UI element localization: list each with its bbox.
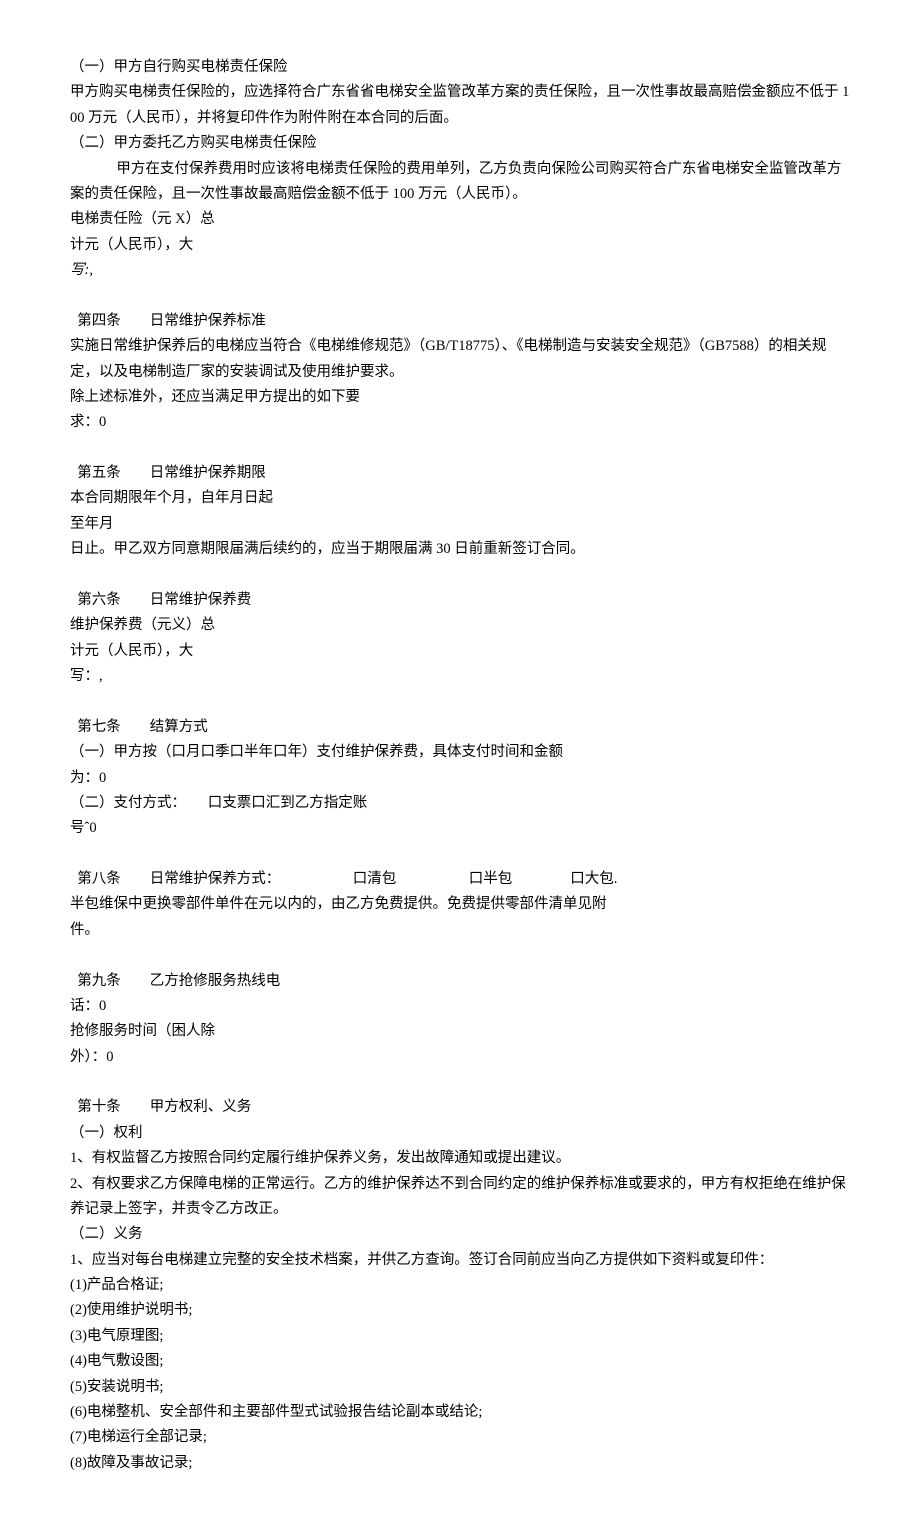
article-7-title: 结算方式 — [150, 719, 208, 735]
article-6-body-2: 计元（人民币），大 — [70, 639, 850, 664]
article-6-body-3: 写：, — [70, 664, 850, 689]
article-8-body-1: 半包维保中更换零部件单件在元以内的，由乙方免费提供。免费提供零部件清单见附 — [70, 892, 850, 917]
article-4-body-3: 求：0 — [70, 410, 850, 435]
spacer — [121, 969, 150, 994]
article-9-body-1: 话：0 — [70, 994, 850, 1019]
article-9-number: 第九条 — [77, 973, 121, 989]
spacer — [121, 309, 150, 334]
spacer — [121, 1095, 150, 1120]
article-8-heading: 第八条 日常维护保养方式： 口清包 口半包 口大包. — [70, 842, 850, 893]
article-10-number: 第十条 — [77, 1099, 121, 1115]
article-6-body-1: 维护保养费（元义）总 — [70, 613, 850, 638]
article-4-heading: 第四条 日常维护保养标准 — [70, 283, 850, 334]
article-4-number: 第四条 — [77, 313, 121, 329]
doc-list-item-1: (1)产品合格证; — [70, 1273, 850, 1298]
para-insurance-total-3: 写:, — [70, 258, 850, 283]
doc-list-item-2: (2)使用维护说明书; — [70, 1298, 850, 1323]
para-1-3: （二）甲方委托乙方购买电梯责任保险 — [70, 131, 850, 156]
article-5-title: 日常维护保养期限 — [150, 465, 266, 481]
article-6-title: 日常维护保养费 — [150, 592, 252, 608]
article-10-duties-1: 1、应当对每台电梯建立完整的安全技术档案，并供乙方查询。签订合同前应当向乙方提供… — [70, 1248, 850, 1273]
doc-list-item-3: (3)电气原理图; — [70, 1324, 850, 1349]
doc-list-item-4: (4)电气敷设图; — [70, 1349, 850, 1374]
article-10-duties-heading: （二）义务 — [70, 1222, 850, 1247]
para-1-2: 甲方购买电梯责任保险的，应选择符合广东省省电梯安全监管改革方案的责任保险，且一次… — [70, 80, 850, 131]
article-5-body-2: 至年月 — [70, 512, 850, 537]
article-10-rights-heading: （一）权利 — [70, 1121, 850, 1146]
option-qingbao: 口清包 — [353, 871, 397, 887]
article-4-body-1: 实施日常维护保养后的电梯应当符合《电梯维修规范》（GB/T18775）、《电梯制… — [70, 334, 850, 385]
article-10-rights-1: 1、有权监督乙方按照合同约定履行维护保养义务，发出故障通知或提出建议。 — [70, 1146, 850, 1171]
article-7-number: 第七条 — [77, 719, 121, 735]
article-5-number: 第五条 — [77, 465, 121, 481]
article-9-title: 乙方抢修服务热线电 — [150, 973, 281, 989]
article-10-heading: 第十条 甲方权利、义务 — [70, 1070, 850, 1121]
doc-list-item-6: (6)电梯整机、安全部件和主要部件型式试验报告结论副本或结论; — [70, 1400, 850, 1425]
option-banbao: 口半包 — [469, 871, 513, 887]
article-8-body-2: 件。 — [70, 918, 850, 943]
article-4-title: 日常维护保养标准 — [150, 313, 266, 329]
article-7-body-3: （二）支付方式： 口支票口汇到乙方指定账 — [70, 791, 850, 816]
doc-list-item-8: (8)故障及事故记录; — [70, 1451, 850, 1476]
spacer — [121, 461, 150, 486]
option-dabao: 口大包. — [570, 871, 617, 887]
article-7-body-4: 号ˆ0 — [70, 816, 850, 841]
article-9-body-3: 外）：0 — [70, 1045, 850, 1070]
spacer — [121, 715, 150, 740]
spacer — [121, 867, 150, 892]
article-10-title: 甲方权利、义务 — [150, 1099, 252, 1115]
para-insurance-total-2: 计元（人民币），大 — [70, 233, 850, 258]
article-5-body-3: 日止。甲乙双方同意期限届满后续约的，应当于期限届满 30 日前重新签订合同。 — [70, 537, 850, 562]
article-9-heading: 第九条 乙方抢修服务热线电 — [70, 943, 850, 994]
para-insurance-total-1: 电梯责任险（元 X）总 — [70, 207, 850, 232]
doc-list-item-7: (7)电梯运行全部记录; — [70, 1425, 850, 1450]
article-8-number: 第八条 — [77, 871, 121, 887]
article-5-heading: 第五条 日常维护保养期限 — [70, 436, 850, 487]
article-7-heading: 第七条 结算方式 — [70, 689, 850, 740]
spacer — [396, 867, 469, 892]
article-7-body-2: 为：0 — [70, 766, 850, 791]
article-7-body-1: （一）甲方按（口月口季口半年口年）支付维护保养费，具体支付时间和金额 — [70, 740, 850, 765]
article-6-number: 第六条 — [77, 592, 121, 608]
article-10-rights-2: 2、有权要求乙方保障电梯的正常运行。乙方的维护保养达不到合同约定的维护保养标准或… — [70, 1172, 850, 1223]
spacer — [512, 867, 570, 892]
spacer — [121, 588, 150, 613]
article-8-title: 日常维护保养方式： — [150, 871, 281, 887]
para-1-1: （一）甲方自行购买电梯责任保险 — [70, 55, 850, 80]
para-1-4: 甲方在支付保养费用时应该将电梯责任保险的费用单列，乙方负责向保险公司购买符合广东… — [70, 157, 850, 208]
spacer — [280, 867, 353, 892]
article-9-body-2: 抢修服务时间（困人除 — [70, 1019, 850, 1044]
doc-list-item-5: (5)安装说明书; — [70, 1375, 850, 1400]
article-6-heading: 第六条 日常维护保养费 — [70, 563, 850, 614]
article-4-body-2: 除上述标准外，还应当满足甲方提出的如下要 — [70, 385, 850, 410]
article-5-body-1: 本合同期限年个月，自年月日起 — [70, 486, 850, 511]
